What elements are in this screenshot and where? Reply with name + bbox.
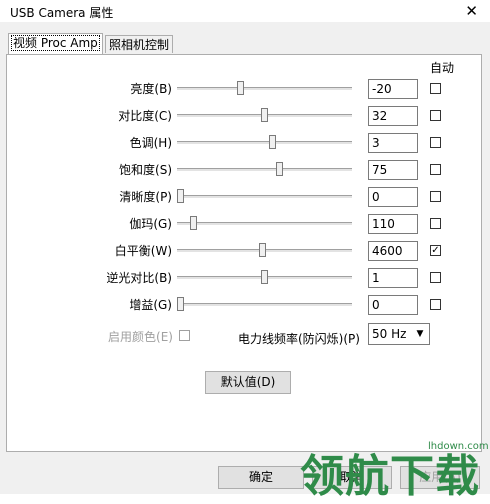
row-label: 增益(G) xyxy=(129,298,172,312)
value-field[interactable]: 0 xyxy=(368,187,418,207)
row-label: 对比度(C) xyxy=(118,109,172,123)
row-label: 伽玛(G) xyxy=(129,217,172,231)
auto-checkbox[interactable] xyxy=(430,272,441,283)
slider-thumb[interactable] xyxy=(276,162,284,176)
slider-track[interactable] xyxy=(177,195,352,199)
row-label: 色调(H) xyxy=(129,136,172,150)
auto-checkbox[interactable] xyxy=(430,299,441,310)
auto-checkbox[interactable] xyxy=(430,218,441,229)
checkmark-icon: ✓ xyxy=(431,245,440,256)
auto-checkbox[interactable] xyxy=(430,137,441,148)
slider-thumb[interactable] xyxy=(237,81,245,95)
auto-checkbox[interactable] xyxy=(430,110,441,121)
watermark-url: lhdown.com xyxy=(428,441,489,452)
default-values-button[interactable]: 默认值(D) xyxy=(205,371,291,394)
value-field[interactable]: 1 xyxy=(368,268,418,288)
tab-label: 照相机控制 xyxy=(109,38,170,52)
slider-thumb[interactable] xyxy=(259,243,267,257)
slider-thumb[interactable] xyxy=(177,189,184,203)
row-label: 饱和度(S) xyxy=(119,163,172,177)
value-field[interactable]: 3 xyxy=(368,133,418,153)
powerline-frequency-select[interactable]: 50 Hz ▼ xyxy=(368,323,430,345)
slider-thumb[interactable] xyxy=(261,270,268,284)
ok-button[interactable]: 确定 xyxy=(218,466,304,489)
slider-thumb[interactable] xyxy=(269,135,277,149)
value-field[interactable]: 110 xyxy=(368,214,418,234)
auto-checkbox[interactable]: ✓ xyxy=(430,245,441,256)
value-field[interactable]: 4600 xyxy=(368,241,418,261)
tab-camera-control[interactable]: 照相机控制 xyxy=(105,35,174,53)
row-label: 逆光对比(B) xyxy=(106,271,172,285)
title-bar: USB Camera 属性 ✕ xyxy=(0,0,490,22)
value-field[interactable]: 75 xyxy=(368,160,418,180)
value-field[interactable]: 0 xyxy=(368,295,418,315)
row-label: 亮度(B) xyxy=(130,82,172,96)
auto-checkbox[interactable] xyxy=(430,191,441,202)
slider-track[interactable] xyxy=(177,141,352,145)
auto-checkbox[interactable] xyxy=(430,164,441,175)
powerline-frequency-value: 50 Hz xyxy=(372,327,407,341)
tab-video-proc-amp[interactable]: 视频 Proc Amp xyxy=(8,33,103,54)
value-field[interactable]: 32 xyxy=(368,106,418,126)
auto-checkbox[interactable] xyxy=(430,83,441,94)
enable-color-label: 启用颜色(E) xyxy=(108,330,173,344)
slider-track[interactable] xyxy=(177,87,352,91)
row-label: 清晰度(P) xyxy=(119,190,172,204)
slider-track[interactable] xyxy=(177,303,352,307)
slider-thumb[interactable] xyxy=(261,108,268,122)
auto-column-header: 自动 xyxy=(430,61,455,75)
chevron-down-icon[interactable]: ▼ xyxy=(413,326,427,342)
enable-color-checkbox[interactable] xyxy=(179,330,190,341)
powerline-frequency-label: 电力线频率(防闪烁)(P) xyxy=(238,332,360,346)
value-field[interactable]: -20 xyxy=(368,79,418,99)
slider-thumb[interactable] xyxy=(177,297,184,311)
slider-track[interactable] xyxy=(177,168,352,172)
window-title: USB Camera 属性 xyxy=(10,6,114,20)
tab-label: 视频 Proc Amp xyxy=(11,35,100,51)
slider-thumb[interactable] xyxy=(190,216,198,230)
close-icon[interactable]: ✕ xyxy=(465,2,478,20)
slider-track[interactable] xyxy=(177,222,352,226)
row-label: 白平衡(W) xyxy=(114,244,172,258)
